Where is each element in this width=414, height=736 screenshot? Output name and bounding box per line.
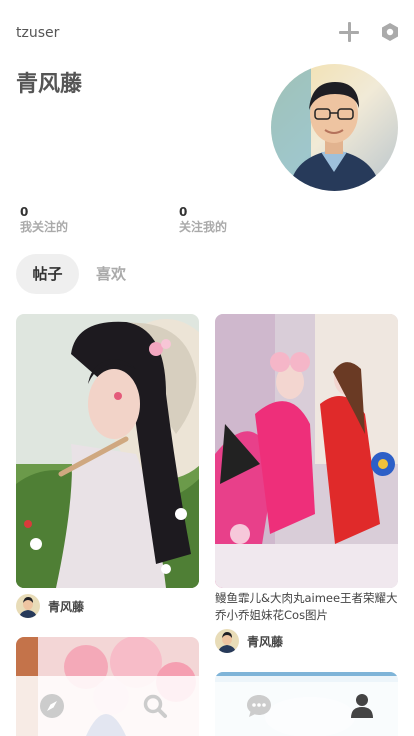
profile-avatar[interactable]	[271, 64, 398, 191]
nav-messages[interactable]	[207, 676, 311, 736]
user-icon	[351, 694, 374, 718]
search-icon	[144, 694, 168, 718]
post-author[interactable]: 青风藤	[16, 594, 84, 618]
tab-posts[interactable]: 帖子	[16, 254, 79, 294]
top-bar: tzuser	[0, 0, 414, 66]
following-count: 0	[20, 205, 29, 219]
compass-icon	[39, 694, 64, 718]
following-stat[interactable]: 0 我关注的	[20, 205, 68, 235]
profile-name: 青风藤	[16, 72, 83, 97]
author-name: 青风藤	[48, 599, 85, 614]
post-author[interactable]: 青风藤	[215, 629, 283, 653]
author-avatar	[16, 594, 40, 618]
settings-icon[interactable]	[380, 22, 400, 42]
author-name: 青风藤	[247, 634, 284, 649]
followers-label: 关注我的	[179, 220, 228, 234]
nav-search[interactable]	[104, 676, 208, 736]
username: tzuser	[16, 25, 60, 41]
followers-stat[interactable]: 0 关注我的	[179, 205, 227, 235]
post-image[interactable]	[215, 314, 398, 588]
post-image[interactable]	[16, 314, 199, 588]
following-label: 我关注的	[20, 220, 69, 234]
plus-icon[interactable]	[338, 21, 360, 43]
nav-discover[interactable]	[0, 676, 104, 736]
bottom-nav	[0, 676, 414, 736]
followers-count: 0	[179, 205, 188, 219]
tab-likes[interactable]: 喜欢	[84, 254, 138, 294]
chat-bubble-icon	[246, 695, 271, 717]
author-avatar	[215, 629, 239, 653]
post-title[interactable]: 鳗鱼霏儿&大肉丸aimee王者荣耀大乔小乔姐妹花Cos图片	[215, 590, 405, 624]
nav-profile[interactable]	[311, 676, 414, 736]
